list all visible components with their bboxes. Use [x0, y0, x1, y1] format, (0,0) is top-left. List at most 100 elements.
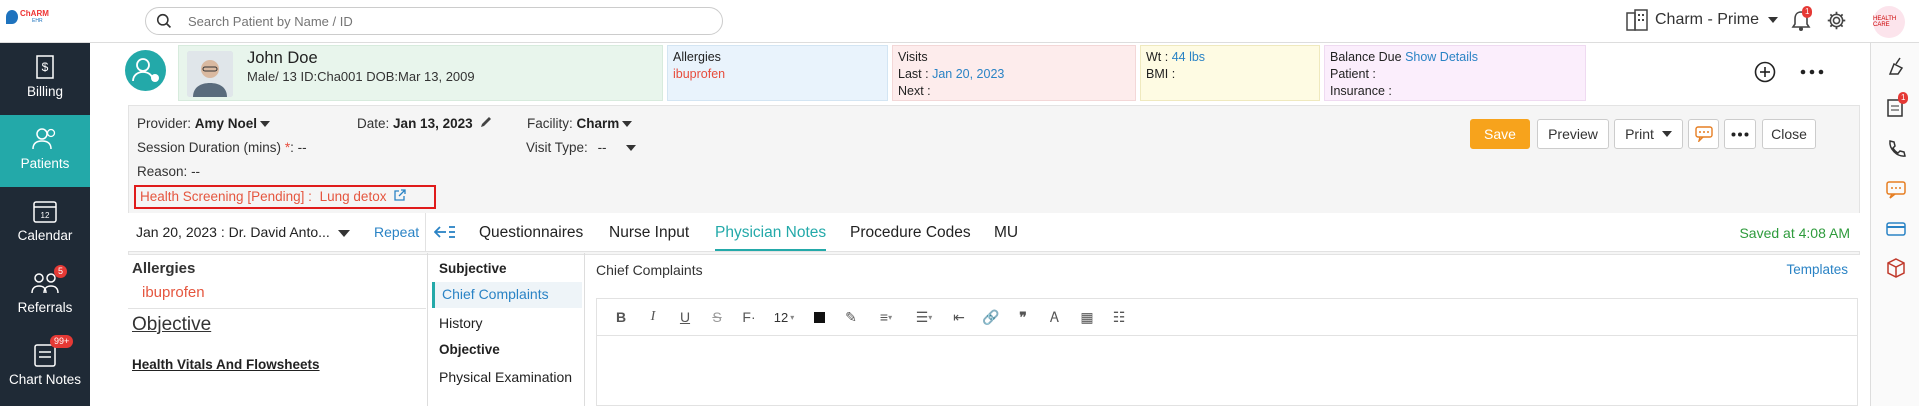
logo-mark-icon — [6, 10, 18, 24]
encounter-select[interactable]: Jan 20, 2023 : Dr. David Anto... — [136, 224, 350, 240]
align-icon[interactable]: ≡ ▾ — [869, 306, 903, 328]
user-avatar[interactable]: HEALTH CARE — [1873, 6, 1905, 38]
chevron-down-icon — [1768, 17, 1779, 23]
editor-toolbar: B I U S F· 12 ▾ ✎ ≡ ▾ ☰ ▾ ⇤ 🔗 ❞ Ꭺ ▦ ☷ — [596, 298, 1858, 336]
tab-questionnaires[interactable]: Questionnaires — [479, 224, 583, 242]
more-actions-button[interactable] — [1724, 119, 1756, 149]
main-content: John Doe Male/ 13 ID:Cha001 DOB:Mar 13, … — [90, 43, 1870, 406]
repeat-link[interactable]: Repeat — [374, 224, 419, 240]
last-visit-value[interactable]: Jan 20, 2023 — [932, 67, 1004, 81]
clinic-selector[interactable]: Charm - Prime — [1625, 9, 1779, 31]
allergies-label: Allergies — [673, 50, 721, 64]
font-family-icon[interactable]: F· — [735, 306, 763, 328]
facility-selector[interactable]: Facility: Charm — [527, 116, 633, 131]
charm-logo[interactable]: ChARM EHR — [6, 10, 49, 24]
health-screening-alert[interactable]: Health Screening [Pending] : Lung detox — [134, 185, 436, 209]
sidebar-item-chart-notes[interactable]: 99+ Chart Notes — [0, 331, 90, 403]
close-button[interactable]: Close — [1762, 119, 1816, 149]
section-subjective: Subjective — [439, 261, 507, 276]
insurance-balance-label: Insurance : — [1330, 84, 1392, 98]
provider-value: Amy Noel — [194, 116, 258, 131]
indent-icon[interactable]: ⇤ — [945, 306, 973, 328]
date-value: Jan 13, 2023 — [393, 116, 473, 131]
italic-icon[interactable]: I — [639, 306, 667, 328]
add-circle-icon[interactable] — [1754, 61, 1776, 83]
vitals-card[interactable]: Wt : 44 lbs BMI : — [1140, 45, 1320, 101]
allergies-value: ibuprofen — [673, 67, 726, 81]
highlight-icon[interactable]: ✎ — [837, 306, 865, 328]
collapse-panel-icon[interactable] — [434, 225, 456, 239]
tab-nurse-input[interactable]: Nurse Input — [609, 224, 689, 242]
package-icon[interactable] — [1886, 258, 1906, 278]
save-button[interactable]: Save — [1470, 119, 1530, 149]
quote-icon[interactable]: ❞ — [1009, 306, 1037, 328]
font-size-select[interactable]: 12 ▾ — [767, 306, 801, 328]
bmi-label: BMI : — [1146, 67, 1176, 81]
tab-physician-notes[interactable]: Physician Notes — [715, 224, 827, 251]
message-button[interactable] — [1688, 119, 1719, 149]
phone-icon[interactable] — [1886, 139, 1906, 159]
notification-bell[interactable]: 1 — [1791, 6, 1813, 32]
sidebar-label: Referrals — [17, 300, 73, 315]
search-input[interactable] — [188, 12, 708, 31]
balance-card[interactable]: Balance Due Show Details Patient : Insur… — [1324, 45, 1586, 101]
summary-vitals-title: Health Vitals And Flowsheets — [132, 357, 320, 372]
health-screening-link[interactable]: Lung detox — [320, 189, 387, 204]
patient-menu-button[interactable] — [125, 50, 166, 91]
show-details-link[interactable]: Show Details — [1405, 50, 1478, 64]
credit-card-icon[interactable] — [1886, 219, 1906, 239]
weight-value: 44 lbs — [1171, 50, 1206, 64]
chat-icon[interactable] — [1886, 179, 1906, 199]
sidebar: $ Billing Patients 12 Calendar 5 Referra… — [0, 43, 90, 406]
pencil-icon[interactable] — [480, 116, 492, 128]
reason-value: -- — [191, 164, 201, 179]
list-icon[interactable]: ☰ ▾ — [907, 306, 941, 328]
facility-value: Charm — [576, 116, 620, 131]
section-chief-complaints[interactable]: Chief Complaints — [432, 282, 582, 308]
preview-button[interactable]: Preview — [1537, 119, 1609, 149]
chief-complaints-editor[interactable] — [596, 335, 1858, 406]
visits-card[interactable]: Visits Last : Jan 20, 2023 Next : — [892, 45, 1136, 101]
sidebar-item-patients[interactable]: Patients — [0, 115, 90, 187]
text-color-icon[interactable] — [805, 306, 833, 328]
reason-field[interactable]: Reason: -- — [137, 164, 200, 179]
link-icon[interactable]: 🔗 — [977, 306, 1005, 328]
clear-format-icon[interactable]: Ꭺ — [1041, 306, 1069, 328]
bold-icon[interactable]: B — [607, 306, 635, 328]
strikethrough-icon[interactable]: S — [703, 306, 731, 328]
facility-label: Facility: — [527, 116, 573, 131]
section-history[interactable]: History — [432, 311, 582, 337]
sidebar-item-billing[interactable]: $ Billing — [0, 43, 90, 115]
provider-selector[interactable]: Provider: Amy Noel — [137, 116, 271, 131]
checklist-icon[interactable]: ☷ — [1105, 306, 1133, 328]
table-icon[interactable]: ▦ — [1073, 306, 1101, 328]
section-physical-examination[interactable]: Physical Examination — [432, 365, 582, 391]
tasks-shortcut[interactable]: 1 — [1886, 92, 1909, 117]
templates-link[interactable]: Templates — [1786, 262, 1848, 277]
settings-button[interactable] — [1826, 10, 1848, 32]
cleaning-icon[interactable] — [1886, 56, 1906, 76]
sidebar-item-referrals[interactable]: 5 Referrals — [0, 259, 90, 331]
last-visit-label: Last : — [898, 67, 929, 81]
calendar-icon: 12 — [33, 201, 57, 223]
more-options-icon[interactable] — [1800, 69, 1824, 75]
patient-info-card[interactable]: John Doe Male/ 13 ID:Cha001 DOB:Mar 13, … — [178, 45, 663, 101]
sidebar-item-calendar[interactable]: 12 Calendar — [0, 187, 90, 259]
external-link-icon[interactable] — [394, 189, 406, 201]
session-duration[interactable]: Session Duration (mins) *: -- — [137, 140, 307, 155]
tab-procedure-codes[interactable]: Procedure Codes — [850, 224, 971, 242]
patient-balance-label: Patient : — [1330, 67, 1376, 81]
allergies-card[interactable]: Allergies ibuprofen — [667, 45, 888, 101]
tab-mu[interactable]: MU — [994, 224, 1018, 242]
visit-type-selector[interactable]: Visit Type: -- — [526, 140, 637, 155]
chevron-down-icon — [622, 121, 633, 128]
underline-icon[interactable]: U — [671, 306, 699, 328]
sidebar-label: Billing — [26, 84, 64, 99]
patient-search[interactable] — [145, 7, 723, 35]
saved-status: Saved at 4:08 AM — [1739, 225, 1850, 241]
date-field[interactable]: Date: Jan 13, 2023 — [357, 116, 492, 131]
encounter-summary-panel: Allergies ibuprofen Objective Health Vit… — [128, 253, 428, 406]
referrals-badge: 5 — [54, 265, 68, 278]
print-button[interactable]: Print — [1614, 119, 1683, 149]
weight-label: Wt : — [1146, 50, 1169, 64]
